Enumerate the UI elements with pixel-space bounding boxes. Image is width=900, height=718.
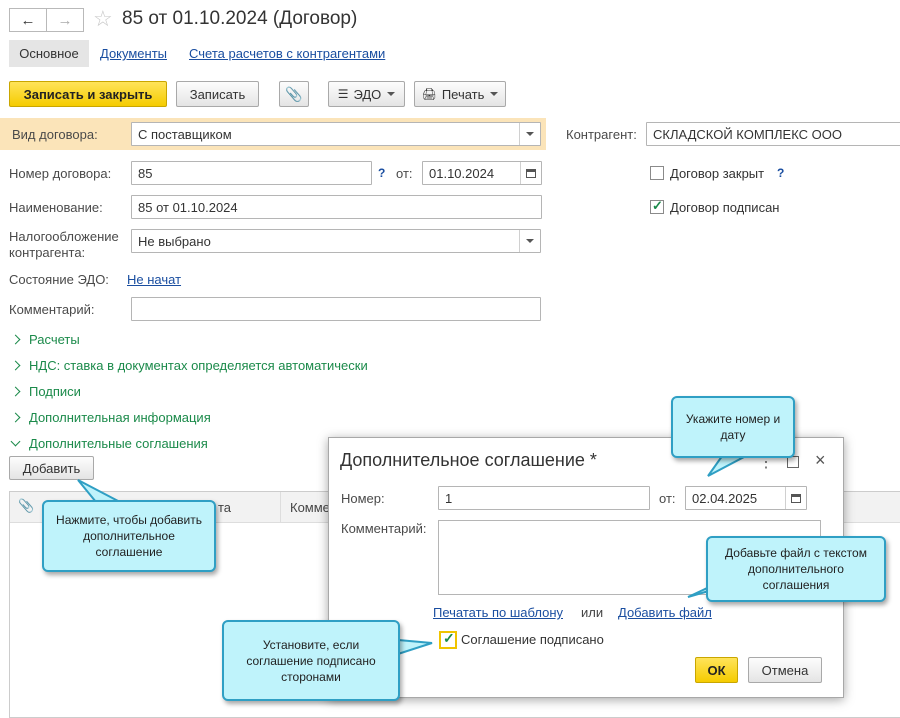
callout-pointers	[77, 450, 745, 656]
pointer-add	[77, 479, 121, 503]
callout-number: Укажите номер и дату	[671, 396, 795, 458]
callout-signed: Установите, если соглашение подписано ст…	[222, 620, 400, 701]
callout-file: Добавьте файл с текстом дополнительного …	[706, 536, 886, 602]
pointer-signed	[397, 638, 433, 656]
callout-add: Нажмите, чтобы добавить дополнительное с…	[42, 500, 216, 572]
